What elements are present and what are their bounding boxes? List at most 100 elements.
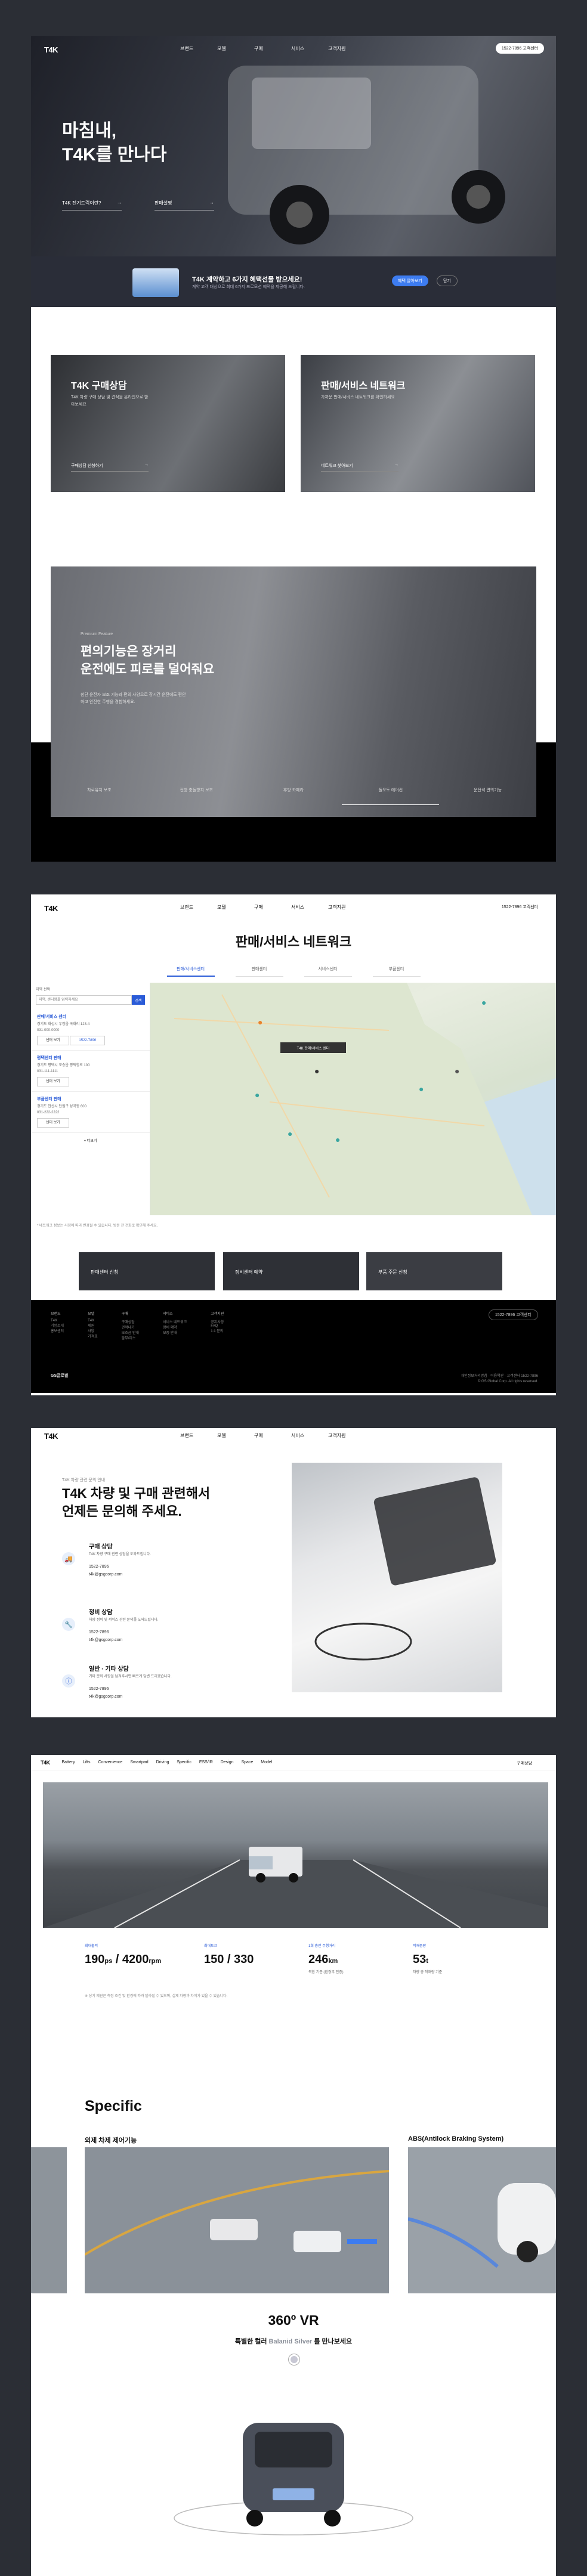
- tab-service[interactable]: 서비스센터: [304, 966, 352, 977]
- promo-gift-image: [132, 268, 179, 297]
- footer-link[interactable]: 제원: [88, 1323, 98, 1328]
- specific-sub-2: ABS(Antilock Braking System): [408, 2135, 504, 2142]
- map-pin-icon[interactable]: ●: [288, 1129, 292, 1138]
- tab-sales-service[interactable]: 판매/서비스센터: [166, 966, 215, 977]
- map[interactable]: T4K 판매/서비스 센터 ● ● ● ● ● ● ● ●: [150, 983, 556, 1215]
- menu-item-service[interactable]: 서비스: [291, 904, 328, 911]
- dealer-view-button[interactable]: 센터 보기: [37, 1077, 69, 1086]
- dealer-item[interactable]: 평택센터 판매 경기도 평택시 포승읍 평택항로 100 031-111-111…: [31, 1051, 150, 1092]
- search-input[interactable]: [36, 995, 132, 1005]
- truck-icon: 🚚: [62, 1552, 75, 1565]
- footer-link[interactable]: 정비 예약: [163, 1324, 187, 1330]
- feature-tab-3[interactable]: 후방 카메라: [245, 787, 342, 805]
- map-pin-icon[interactable]: ●: [314, 1066, 319, 1076]
- menu-item-purchase[interactable]: 구매: [254, 45, 291, 52]
- customer-center-button[interactable]: 1522-7896 고객센터: [496, 902, 544, 912]
- menu-item-model[interactable]: 모델: [217, 45, 254, 52]
- dealer-call-button[interactable]: 1522-7896: [70, 1036, 106, 1045]
- footer-link[interactable]: 할부/리스: [122, 1335, 139, 1340]
- vr-truck-image[interactable]: [168, 2399, 419, 2548]
- spec-nav-item[interactable]: Battery: [62, 1760, 75, 1764]
- dealer-item[interactable]: 판매/서비스 센터 경기도 화성시 우정읍 국화리 123-4 031-000-…: [31, 1010, 150, 1051]
- contact-tel[interactable]: 1522-7896: [89, 1628, 123, 1636]
- service-card-sales[interactable]: 판매센터 신청: [79, 1252, 215, 1290]
- footer-link[interactable]: 기업소개: [51, 1323, 64, 1328]
- customer-center-button[interactable]: 1522-7896 고객센터: [495, 43, 544, 54]
- spec-nav-item[interactable]: Lifts: [83, 1760, 91, 1764]
- footer-links[interactable]: 개인정보처리방침 · 이용약관 · 고객센터 1522-7896: [461, 1373, 538, 1378]
- map-pin-icon[interactable]: ●: [481, 998, 486, 1007]
- footer-link[interactable]: 견적내기: [122, 1324, 139, 1330]
- promo-benefit-button[interactable]: 혜택 알아보기: [392, 275, 428, 286]
- map-pin-icon[interactable]: ●: [455, 1066, 459, 1076]
- dealer-item[interactable]: 부품센터 판매 경기도 안산시 단원구 성곡동 600 031-222-2222…: [31, 1092, 150, 1133]
- menu-item-purchase[interactable]: 구매: [254, 1432, 291, 1439]
- menu-item-support[interactable]: 고객지원: [328, 45, 365, 52]
- menu-item-service[interactable]: 서비스: [291, 1432, 328, 1439]
- footer-link[interactable]: 공지사항: [211, 1319, 224, 1324]
- menu-item-brand[interactable]: 브랜드: [180, 1432, 217, 1439]
- more-button[interactable]: + 더보기: [31, 1133, 150, 1148]
- contact-tel[interactable]: 1522-7896: [89, 1563, 123, 1571]
- spec-nav-item[interactable]: Smartpad: [130, 1760, 148, 1764]
- footer-link[interactable]: 보조금 안내: [122, 1330, 139, 1335]
- contact-tel[interactable]: 1522-7896: [89, 1685, 123, 1693]
- menu-item-brand[interactable]: 브랜드: [180, 904, 217, 911]
- spec-nav-purchase[interactable]: 구매상담: [517, 1760, 532, 1766]
- card-network-link[interactable]: 네트워크 찾아보기 →: [321, 463, 398, 472]
- hero-link-about[interactable]: T4K 전기트럭이란? →: [62, 200, 122, 210]
- feature-tab-2[interactable]: 전방 충돌방지 보조: [148, 787, 245, 805]
- footer-link[interactable]: 가격표: [88, 1333, 98, 1339]
- spec-nav-item[interactable]: Driving: [156, 1760, 169, 1764]
- spec-nav-item[interactable]: Design: [221, 1760, 234, 1764]
- menu-item-model[interactable]: 모델: [217, 904, 254, 911]
- footer-link[interactable]: 서비스 네트워크: [163, 1319, 187, 1324]
- spec-nav-item[interactable]: ESS/IR: [199, 1760, 213, 1764]
- footer-customer-center-button[interactable]: 1522-7896 고객센터: [488, 1309, 538, 1320]
- spec-nav-item[interactable]: Convenience: [98, 1760, 122, 1764]
- search-button[interactable]: 검색: [132, 995, 145, 1005]
- feature-tab-5[interactable]: 운전석 편의기능: [439, 787, 536, 805]
- menu-item-support[interactable]: 고객지원: [328, 904, 365, 911]
- logo[interactable]: T4K: [44, 1432, 58, 1441]
- menu-item-brand[interactable]: 브랜드: [180, 45, 217, 52]
- card-purchase-link[interactable]: 구매상담 신청하기 →: [71, 463, 149, 472]
- menu-item-service[interactable]: 서비스: [291, 45, 328, 52]
- contact-email[interactable]: t4k@gsgcorp.com: [89, 1636, 123, 1644]
- tab-sales[interactable]: 판매센터: [235, 966, 283, 977]
- spec-nav-item[interactable]: Specific: [177, 1760, 191, 1764]
- tab-parts[interactable]: 부품센터: [372, 966, 421, 977]
- footer-link[interactable]: 구매상담: [122, 1319, 139, 1324]
- map-pin-icon[interactable]: ●: [335, 1135, 340, 1144]
- promo-close-button[interactable]: 닫기: [437, 275, 458, 286]
- logo[interactable]: T4K: [44, 45, 58, 54]
- color-swatch-silver[interactable]: [289, 2354, 299, 2365]
- logo[interactable]: T4K: [41, 1760, 50, 1766]
- service-card-repair[interactable]: 정비센터 예약: [223, 1252, 359, 1290]
- footer-link[interactable]: 홍보센터: [51, 1328, 64, 1333]
- spec-nav-item[interactable]: Model: [261, 1760, 272, 1764]
- footer-link[interactable]: 보증 안내: [163, 1330, 187, 1335]
- card-purchase[interactable]: T4K 구매상담 T4K 차량 구매 상담 및 견적을 온라인으로 받아보세요 …: [51, 355, 285, 492]
- card-network[interactable]: 판매/서비스 네트워크 가까운 판매/서비스 네트워크를 확인하세요 네트워크 …: [301, 355, 535, 492]
- feature-tab-4[interactable]: 풀오토 에어컨: [342, 787, 440, 805]
- menu-item-model[interactable]: 모델: [217, 1432, 254, 1439]
- map-pin-icon[interactable]: ●: [255, 1090, 259, 1100]
- menu-item-support[interactable]: 고객지원: [328, 1432, 365, 1439]
- menu-item-purchase[interactable]: 구매: [254, 904, 291, 911]
- footer-link[interactable]: 사양: [88, 1328, 98, 1333]
- feature-tab-1[interactable]: 차로유지 보조: [51, 787, 148, 805]
- logo[interactable]: T4K: [44, 904, 58, 913]
- map-popup[interactable]: T4K 판매/서비스 센터: [280, 1042, 346, 1053]
- map-pin-icon[interactable]: ●: [258, 1017, 262, 1027]
- map-pin-icon[interactable]: ●: [419, 1084, 424, 1094]
- contact-email[interactable]: t4k@gsgcorp.com: [89, 1571, 123, 1578]
- service-card-parts[interactable]: 부품 주문 신청: [366, 1252, 502, 1290]
- contact-email[interactable]: t4k@gsgcorp.com: [89, 1693, 123, 1701]
- dealer-view-button[interactable]: 센터 보기: [37, 1118, 69, 1128]
- dealer-view-button[interactable]: 센터 보기: [37, 1036, 69, 1045]
- hero-link-sales-label: 판매설명: [155, 200, 172, 206]
- footer-link[interactable]: 1:1 문의: [211, 1328, 224, 1333]
- hero-link-sales[interactable]: 판매설명 →: [155, 200, 214, 210]
- spec-nav-item[interactable]: Space: [241, 1760, 253, 1764]
